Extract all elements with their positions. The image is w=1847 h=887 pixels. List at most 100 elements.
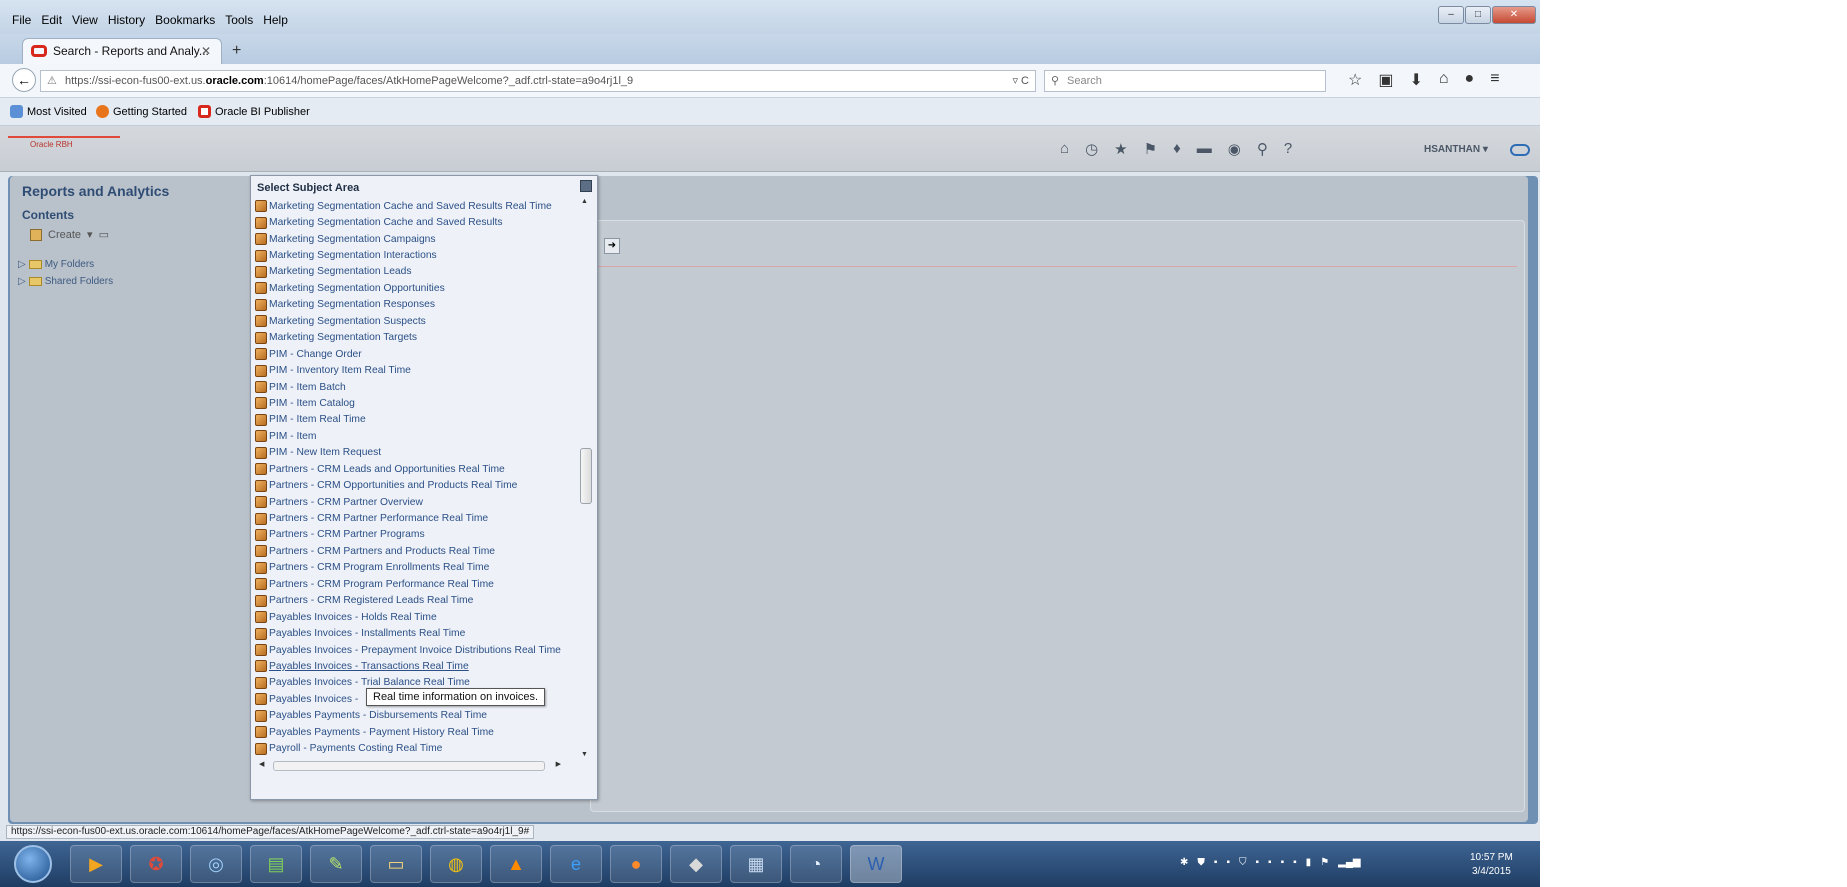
scroll-down-icon[interactable]: ▼ [581,751,588,758]
subject-area-item[interactable]: PIM - Item Catalog [255,395,577,411]
subject-area-item[interactable]: Marketing Segmentation Opportunities [255,280,577,296]
menu-tools[interactable]: Tools [225,13,253,27]
search-input[interactable]: ⚲ Search [1044,70,1326,92]
tray-app-icon[interactable]: ▪ [1226,857,1230,868]
bell-icon[interactable]: ♦ [1173,140,1181,158]
tray-app-icon[interactable]: ▪ [1214,857,1218,868]
subject-area-item[interactable]: Partners - CRM Partner Programs [255,527,577,543]
security-icon[interactable]: ⛊ [1197,857,1205,868]
clock-icon[interactable]: ◷ [1085,140,1098,158]
bookmark-getting-started[interactable]: Getting Started [96,105,187,118]
subject-area-item[interactable]: Payroll - Payments Costing Real Time [255,740,577,756]
create-button[interactable]: Create [48,229,81,241]
remote-desktop-icon[interactable]: ▤ [250,845,302,883]
subject-area-item[interactable]: PIM - Item Real Time [255,412,577,428]
horizontal-scroll-thumb[interactable] [273,761,545,771]
signout-icon[interactable] [1510,144,1530,156]
tree-item-shared-folders[interactable]: ▷ Shared Folders [18,276,113,287]
menu-bookmarks[interactable]: Bookmarks [155,13,215,27]
firefox-icon[interactable]: ● [610,845,662,883]
close-popup-icon[interactable] [580,180,592,192]
chat-icon[interactable]: ● [1465,70,1475,90]
subject-area-item[interactable]: Partners - CRM Partner Performance Real … [255,510,577,526]
subject-area-item[interactable]: Payables Invoices - Transactions Real Ti… [255,658,577,674]
tray-app-icon[interactable]: ▪ [1268,857,1272,868]
tools-icon[interactable]: ✪ [130,845,182,883]
document-icon[interactable]: ▦ [730,845,782,883]
close-window-button[interactable]: ✕ [1492,6,1536,24]
internet-explorer-icon[interactable]: e [550,845,602,883]
subject-area-item[interactable]: Marketing Segmentation Suspects [255,313,577,329]
start-button[interactable] [14,845,52,883]
help-icon[interactable]: ? [1284,140,1292,158]
menu-icon[interactable]: ≡ [1490,70,1499,90]
subject-area-item[interactable]: Marketing Segmentation Interactions [255,247,577,263]
url-bar[interactable]: ⚠ https://ssi-econ-fus00-ext.us.oracle.c… [40,70,1036,92]
favorites-star-icon[interactable]: ★ [1114,140,1127,158]
subject-area-item[interactable]: Partners - CRM Program Enrollments Real … [255,560,577,576]
scroll-right-icon[interactable]: ▶ [556,760,561,768]
menu-file[interactable]: File [12,13,31,27]
file-explorer-icon[interactable]: ▭ [370,845,422,883]
shield-icon[interactable]: ⛉ [1239,857,1247,868]
flag-icon[interactable]: ⚑ [1320,857,1329,868]
tray-app-icon[interactable]: ▪ [1255,857,1259,868]
scroll-thumb[interactable] [580,448,592,504]
reload-icon[interactable]: ▿ C [1012,71,1029,91]
subject-area-item[interactable]: Partners - CRM Program Performance Real … [255,576,577,592]
menu-help[interactable]: Help [263,13,288,27]
subject-area-item[interactable]: Partners - CRM Leads and Opportunities R… [255,461,577,477]
tray-app-icon[interactable]: ▪ [1293,857,1297,868]
notepad-icon[interactable]: ✎ [310,845,362,883]
subject-area-item[interactable]: PIM - Change Order [255,346,577,362]
media-player-icon[interactable]: ▶ [70,845,122,883]
subject-area-item[interactable]: PIM - Item [255,428,577,444]
subject-area-item[interactable]: Marketing Segmentation Cache and Saved R… [255,198,577,214]
subject-area-item[interactable]: PIM - Item Batch [255,379,577,395]
star-icon[interactable]: ☆ [1348,70,1362,90]
subject-area-item[interactable]: Partners - CRM Partner Overview [255,494,577,510]
messages-icon[interactable]: ▬ [1197,140,1212,158]
subject-area-item[interactable]: Payables Invoices - Holds Real Time [255,609,577,625]
scroll-up-icon[interactable]: ▲ [581,198,588,205]
network-icon[interactable]: ◎ [190,845,242,883]
book-icon[interactable]: ▭ [99,228,109,241]
accessibility-icon[interactable]: ◉ [1228,140,1241,158]
horizontal-scrollbar[interactable]: ◀ ▶ [259,760,569,772]
subject-area-item[interactable]: Marketing Segmentation Cache and Saved R… [255,214,577,230]
chat-app-icon[interactable]: ◆ [670,845,722,883]
word-icon[interactable]: W [850,845,902,883]
bluetooth-icon[interactable]: ✱ [1180,857,1188,868]
download-icon[interactable]: ⬇ [1409,70,1422,90]
home-icon[interactable]: ⌂ [1439,70,1449,90]
subject-area-item[interactable]: Marketing Segmentation Targets [255,330,577,346]
clock[interactable]: 10:57 PM 3/4/2015 [1470,851,1513,879]
menu-history[interactable]: History [108,13,145,27]
subject-area-item[interactable]: Marketing Segmentation Responses [255,297,577,313]
create-dropdown-icon[interactable]: ▾ [87,228,93,241]
subject-area-item[interactable]: Payables Payments - Disbursements Real T… [255,708,577,724]
subject-area-item[interactable]: Payables Payments - Payment History Real… [255,724,577,740]
update-icon[interactable]: ◔ [790,845,842,883]
close-tab-icon[interactable]: ✕ [201,39,211,63]
subject-area-item[interactable]: Partners - CRM Partners and Products Rea… [255,543,577,559]
subject-area-item[interactable]: Partners - CRM Opportunities and Product… [255,477,577,493]
subject-area-item[interactable]: Marketing Segmentation Campaigns [255,231,577,247]
scroll-left-icon[interactable]: ◀ [259,760,264,768]
bookmark-most-visited[interactable]: Most Visited [10,105,87,118]
signal-icon[interactable]: ▂▄▆ [1338,857,1360,868]
maximize-button[interactable]: □ [1465,6,1491,24]
chrome-icon[interactable]: ◍ [430,845,482,883]
minimize-button[interactable]: – [1438,6,1464,24]
flag-icon[interactable]: ⚑ [1144,140,1157,158]
clipboard-icon[interactable]: ▣ [1378,70,1393,90]
user-menu[interactable]: HSANTHAN ▾ [1424,144,1488,155]
tree-item-my-folders[interactable]: ▷ My Folders [18,259,113,270]
subject-area-item[interactable]: Payables Invoices - Prepayment Invoice D… [255,642,577,658]
usb-icon[interactable]: ▮ [1306,857,1312,868]
subject-area-item[interactable]: Payables Invoices - Installments Real Ti… [255,625,577,641]
back-button[interactable]: ← [12,68,36,92]
menu-edit[interactable]: Edit [41,13,62,27]
browser-tab[interactable]: Search - Reports and Analy... ✕ [22,38,222,64]
subject-area-item[interactable]: PIM - Inventory Item Real Time [255,362,577,378]
